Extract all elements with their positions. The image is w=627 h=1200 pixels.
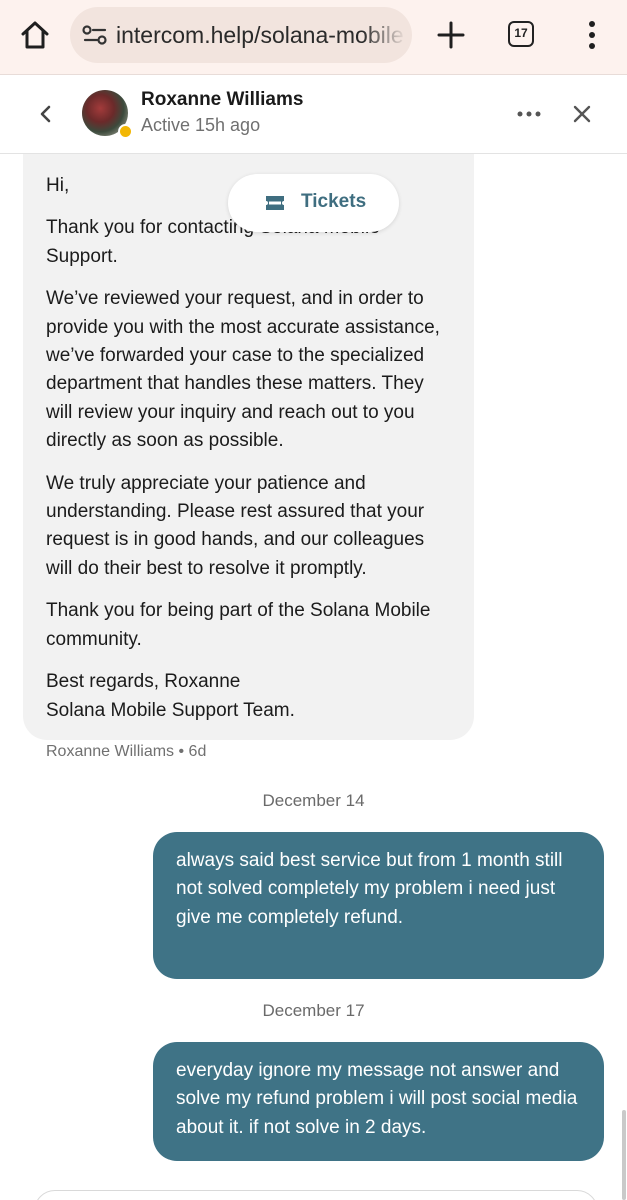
plus-icon	[437, 21, 465, 49]
date-separator: December 14	[262, 791, 365, 810]
url-text: intercom.help/solana-mobile	[116, 22, 404, 48]
date-separator: December 17	[262, 1001, 365, 1020]
tickets-button[interactable]: Tickets	[228, 174, 399, 232]
close-button[interactable]	[570, 101, 594, 127]
close-icon	[573, 105, 591, 123]
message-composer[interactable]	[34, 1190, 598, 1200]
chat-header: Roxanne Williams Active 15h ago	[0, 75, 627, 154]
back-chevron-icon	[40, 105, 51, 123]
contact-name: Roxanne Williams	[141, 89, 304, 110]
home-icon	[21, 21, 49, 49]
ticket-icon	[266, 196, 284, 210]
author-name: Roxanne Williams	[46, 743, 175, 760]
message-paragraph: Best regards, Roxanne Solana Mobile Suppo…	[46, 668, 454, 725]
kebab-menu-icon	[589, 21, 595, 49]
browser-toolbar: intercom.help/solana-mobile 17	[0, 0, 627, 75]
browser-menu-button[interactable]	[580, 18, 604, 52]
message-paragraph: We’ve reviewed your request, and in orde…	[46, 288, 440, 451]
status-dot	[118, 124, 133, 139]
user-message-bubble: always said best service but from 1 mont…	[153, 832, 604, 979]
user-message-bubble: everyday ignore my message not answer an…	[153, 1042, 604, 1161]
contact-status: Active 15h ago	[141, 115, 261, 135]
more-horizontal-icon	[517, 111, 541, 117]
agent-message-bubble: Hi, Thank you for contacting Solana Mobi…	[23, 154, 474, 740]
message-meta: Roxanne Williams • 6d	[46, 743, 207, 760]
conversation[interactable]: Hi, Thank you for contacting Solana Mobi…	[0, 154, 627, 1200]
new-tab-button[interactable]	[434, 18, 468, 52]
tickets-label: Tickets	[301, 191, 367, 212]
team-signature: Solana Mobile Support Team.	[46, 699, 295, 721]
message-age: 6d	[188, 743, 207, 760]
scrollbar-thumb[interactable]	[622, 1110, 626, 1200]
message-paragraph: We truly appreciate your patience and un…	[46, 472, 425, 579]
home-button[interactable]	[18, 18, 52, 52]
tab-switcher-button[interactable]: 17	[508, 21, 534, 47]
back-button[interactable]	[34, 101, 58, 127]
sign-off: Best regards, Roxanne	[46, 671, 241, 693]
message-paragraph: Thank you for being part of the Solana M…	[46, 600, 431, 650]
address-bar[interactable]: intercom.help/solana-mobile	[70, 7, 412, 63]
more-options-button[interactable]	[515, 101, 543, 127]
site-info-icon	[82, 25, 107, 45]
